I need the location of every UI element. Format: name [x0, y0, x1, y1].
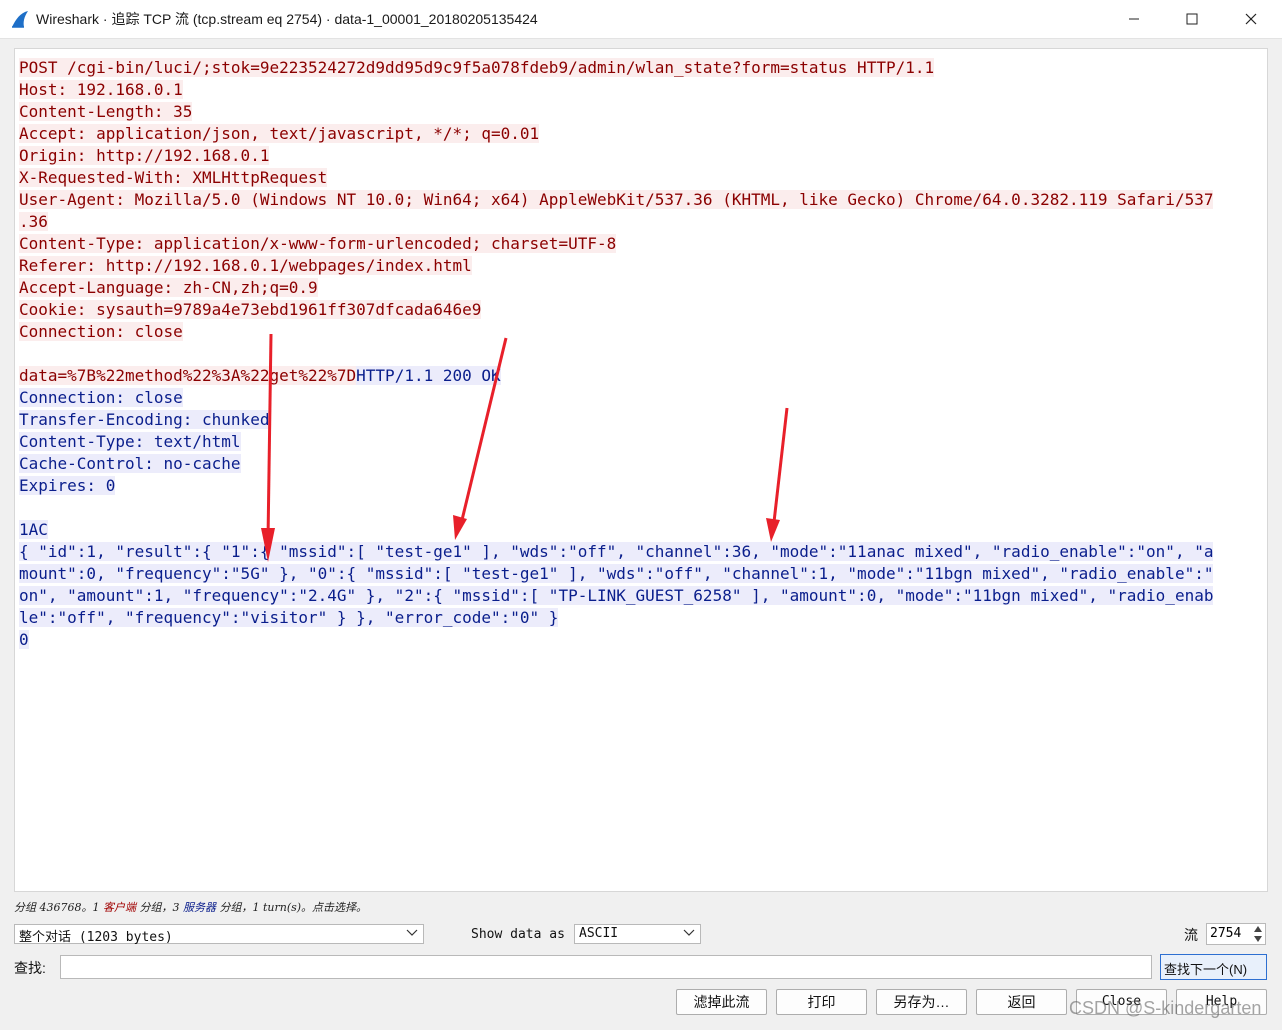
client-segment: Content-Type: application/x-www-form-url…	[19, 234, 617, 253]
minimize-button[interactable]	[1105, 0, 1163, 38]
server-segment: Content-Type: text/html	[19, 432, 241, 451]
stream-text[interactable]: POST /cgi-bin/luci/;stok=9e223524272d9dd…	[19, 57, 1264, 651]
stream-line: Accept: application/json, text/javascrip…	[19, 123, 1264, 145]
status-server-label: 服务器	[182, 901, 216, 914]
wireshark-fin-icon	[12, 11, 28, 28]
client-segment: Connection: close	[19, 322, 183, 341]
minimize-icon	[1129, 18, 1139, 20]
maximize-icon	[1186, 13, 1198, 25]
stream-line: on", "amount":1, "frequency":"2.4G" }, "…	[19, 585, 1264, 607]
stream-content-pane[interactable]: POST /cgi-bin/luci/;stok=9e223524272d9dd…	[14, 48, 1268, 892]
stream-line	[19, 343, 1264, 365]
client-segment: .36	[19, 212, 48, 231]
stream-line: POST /cgi-bin/luci/;stok=9e223524272d9dd…	[19, 57, 1264, 79]
server-segment: 1AC	[19, 520, 48, 539]
server-segment: 0	[19, 630, 29, 649]
stream-line: Transfer-Encoding: chunked	[19, 409, 1264, 431]
window-title: Wireshark · 追踪 TCP 流 (tcp.stream eq 2754…	[36, 11, 538, 27]
client-segment: Host: 192.168.0.1	[19, 80, 183, 99]
conversation-select[interactable]: 整个对话 (1203 bytes)	[14, 924, 424, 945]
server-segment: { "id":1, "result":{ "1":{ "mssid":[ "te…	[19, 542, 1214, 561]
show-as-select-value: ASCII	[579, 926, 619, 941]
stream-line: Connection: close	[19, 387, 1264, 409]
chevron-down-icon	[406, 929, 418, 936]
stream-line	[19, 497, 1264, 519]
stream-line: le":"off", "frequency":"visitor" } }, "e…	[19, 607, 1264, 629]
stream-number-label: 流	[1184, 927, 1198, 943]
chevron-down-icon	[683, 929, 695, 936]
server-segment: Cache-Control: no-cache	[19, 454, 241, 473]
status-text: 分组，3	[135, 901, 183, 914]
title-bar: Wireshark · 追踪 TCP 流 (tcp.stream eq 2754…	[0, 0, 1282, 39]
server-segment: Expires: 0	[19, 476, 116, 495]
stream-line: 1AC	[19, 519, 1264, 541]
status-text: 分组 436768。1	[14, 901, 103, 914]
print-button[interactable]: 打印	[776, 989, 867, 1015]
find-next-button[interactable]: 查找下一个(N)	[1160, 954, 1267, 980]
stream-line: data=%7B%22method%22%3A%22get%22%7DHTTP/…	[19, 365, 1264, 387]
server-segment: on", "amount":1, "frequency":"2.4G" }, "…	[19, 586, 1214, 605]
status-client-label: 客户端	[102, 901, 136, 914]
save-as-button[interactable]: 另存为…	[876, 989, 967, 1015]
find-input[interactable]	[60, 955, 1152, 979]
stream-line: Referer: http://192.168.0.1/webpages/ind…	[19, 255, 1264, 277]
stream-line: Origin: http://192.168.0.1	[19, 145, 1264, 167]
stream-line: X-Requested-With: XMLHttpRequest	[19, 167, 1264, 189]
status-text: 分组，1 turn(s)。点击选择。	[215, 901, 368, 914]
client-segment: X-Requested-With: XMLHttpRequest	[19, 168, 328, 187]
client-segment: data=%7B%22method%22%3A%22get%22%7D	[19, 366, 357, 385]
client-segment: Referer: http://192.168.0.1/webpages/ind…	[19, 256, 472, 275]
stream-line: Content-Length: 35	[19, 101, 1264, 123]
stream-line: User-Agent: Mozilla/5.0 (Windows NT 10.0…	[19, 189, 1264, 211]
stream-line: Accept-Language: zh-CN,zh;q=0.9	[19, 277, 1264, 299]
client-segment: POST /cgi-bin/luci/;stok=9e223524272d9dd…	[19, 58, 935, 77]
stream-line: { "id":1, "result":{ "1":{ "mssid":[ "te…	[19, 541, 1264, 563]
stream-line: 0	[19, 629, 1264, 651]
close-icon	[1245, 13, 1257, 25]
stream-line: Content-Type: text/html	[19, 431, 1264, 453]
stream-line: mount":0, "frequency":"5G" }, "0":{ "mss…	[19, 563, 1264, 585]
server-segment: le":"off", "frequency":"visitor" } }, "e…	[19, 608, 559, 627]
stream-line: Expires: 0	[19, 475, 1264, 497]
stream-line: Host: 192.168.0.1	[19, 79, 1264, 101]
close-window-button[interactable]	[1222, 0, 1280, 38]
conversation-select-value: 整个对话 (1203 bytes)	[19, 930, 173, 945]
stream-line: Content-Type: application/x-www-form-url…	[19, 233, 1264, 255]
back-button[interactable]: 返回	[976, 989, 1067, 1015]
client-segment: User-Agent: Mozilla/5.0 (Windows NT 10.0…	[19, 190, 1214, 209]
server-segment: HTTP/1.1 200 OK	[356, 366, 501, 385]
client-segment: Accept: application/json, text/javascrip…	[19, 124, 540, 143]
stream-line: .36	[19, 211, 1264, 233]
watermark: CSDN @S-kindergarten	[1069, 998, 1262, 1018]
client-segment: Content-Length: 35	[19, 102, 193, 121]
stream-line: Connection: close	[19, 321, 1264, 343]
find-label: 查找:	[14, 960, 46, 976]
stream-status-line: 分组 436768。1 客户端 分组，3 服务器 分组，1 turn(s)。点击…	[14, 899, 367, 915]
stream-number-spinbox[interactable]: 2754	[1206, 923, 1266, 945]
server-segment: Connection: close	[19, 388, 183, 407]
stream-line: Cache-Control: no-cache	[19, 453, 1264, 475]
filter-out-stream-button[interactable]: 滤掉此流	[676, 989, 767, 1015]
client-segment: Cookie: sysauth=9789a4e73ebd1961ff307dfc…	[19, 300, 482, 319]
spin-down-icon[interactable]	[1253, 934, 1263, 943]
client-segment: Accept-Language: zh-CN,zh;q=0.9	[19, 278, 318, 297]
stream-number-value: 2754	[1210, 926, 1242, 941]
server-segment: Transfer-Encoding: chunked	[19, 410, 270, 429]
client-segment: Origin: http://192.168.0.1	[19, 146, 270, 165]
show-data-as-select[interactable]: ASCII	[574, 924, 701, 944]
server-segment: mount":0, "frequency":"5G" }, "0":{ "mss…	[19, 564, 1214, 583]
maximize-button[interactable]	[1163, 0, 1221, 38]
show-data-label: Show data as	[471, 927, 565, 942]
stream-line: Cookie: sysauth=9789a4e73ebd1961ff307dfc…	[19, 299, 1264, 321]
spin-up-icon[interactable]	[1253, 925, 1263, 934]
